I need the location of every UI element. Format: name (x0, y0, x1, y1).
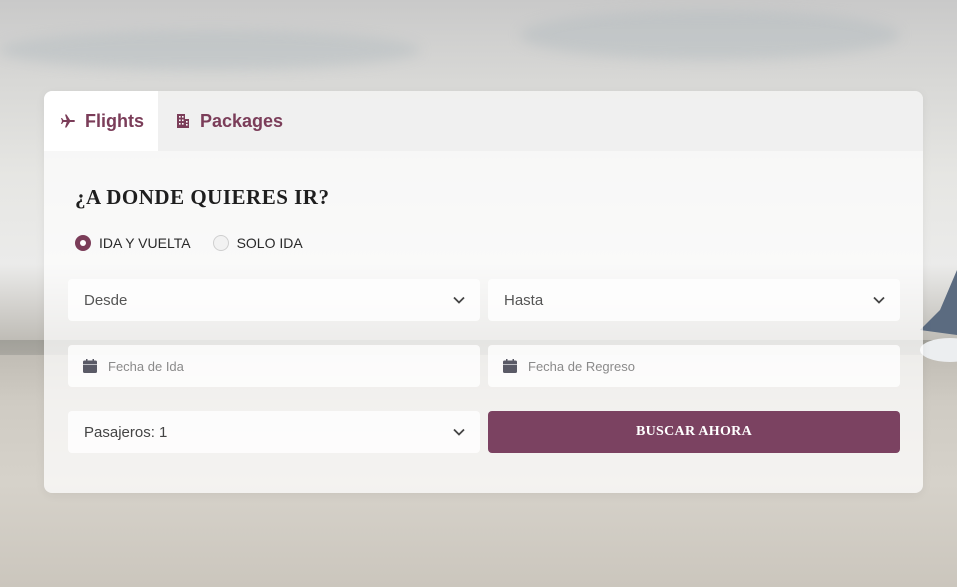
radio-round-trip[interactable]: IDA Y VUELTA (75, 235, 191, 251)
building-icon (175, 113, 191, 129)
radio-one-way-label: SOLO IDA (236, 235, 303, 251)
background-cloud (520, 10, 900, 60)
trip-type-group: IDA Y VUELTA SOLO IDA (75, 235, 303, 251)
calendar-icon (83, 359, 97, 373)
form-title: ¿A DONDE QUIERES IR? (75, 185, 330, 209)
calendar-icon (503, 359, 517, 373)
search-card: Flights Packages ¿A DONDE QUIERES IR? ID… (44, 91, 923, 493)
passengers-select-value: Pasajeros: 1 (84, 423, 168, 441)
search-button[interactable]: BUSCAR AHORA (488, 411, 900, 453)
chevron-down-icon (873, 296, 885, 304)
return-date-input[interactable]: Fecha de Regreso (488, 345, 900, 387)
tab-flights-label: Flights (85, 110, 144, 131)
origin-select-value: Desde (84, 291, 128, 309)
chevron-down-icon (453, 296, 465, 304)
tab-packages-label: Packages (200, 110, 284, 131)
departure-date-input[interactable]: Fecha de Ida (68, 345, 480, 387)
origin-select[interactable]: Desde (68, 279, 480, 321)
radio-one-way[interactable]: SOLO IDA (212, 235, 303, 251)
departure-date-placeholder: Fecha de Ida (108, 358, 184, 374)
radio-round-trip-indicator[interactable] (75, 235, 91, 251)
airplane-icon (60, 113, 76, 129)
destination-select[interactable]: Hasta (488, 279, 900, 321)
tab-flights[interactable]: Flights (44, 91, 158, 151)
background-cloud (0, 30, 420, 70)
radio-round-trip-label: IDA Y VUELTA (99, 235, 191, 251)
radio-one-way-indicator[interactable] (212, 235, 229, 251)
destination-select-value: Hasta (504, 291, 544, 309)
chevron-down-icon (453, 428, 465, 436)
passengers-select[interactable]: Pasajeros: 1 (68, 411, 480, 453)
tab-packages[interactable]: Packages (175, 91, 283, 151)
return-date-placeholder: Fecha de Regreso (528, 358, 635, 374)
